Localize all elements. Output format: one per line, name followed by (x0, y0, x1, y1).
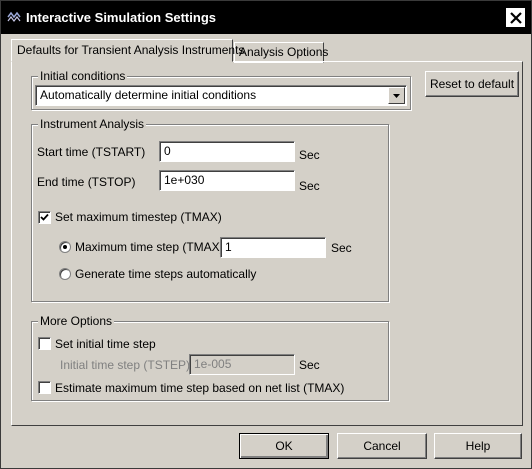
title-bar[interactable]: Interactive Simulation Settings (1, 1, 531, 34)
app-icon (7, 11, 21, 22)
generate-auto-label[interactable]: Generate time steps automatically (75, 267, 256, 281)
more-options-legend: More Options (38, 314, 115, 328)
initial-conditions-group: Initial conditions Automatically determi… (31, 69, 411, 110)
dialog-window: Interactive Simulation Settings Defaults… (0, 0, 532, 469)
ok-button[interactable]: OK (239, 433, 329, 459)
set-initial-time-step-label[interactable]: Set initial time step (55, 337, 156, 351)
max-time-step-label[interactable]: Maximum time step (TMAX) (75, 240, 224, 254)
end-time-label: End time (TSTOP) (37, 175, 136, 189)
instrument-analysis-group: Instrument Analysis Start time (TSTART) … (31, 117, 389, 302)
radio-selected-dot (63, 245, 67, 249)
set-max-timestep-label[interactable]: Set maximum timestep (TMAX) (55, 210, 222, 224)
close-button[interactable] (505, 7, 526, 28)
set-initial-time-step-checkbox[interactable] (38, 337, 51, 350)
instrument-analysis-legend: Instrument Analysis (38, 117, 147, 131)
tab-analysis-options[interactable]: Analysis Options (234, 42, 328, 63)
estimate-max-checkbox[interactable] (38, 381, 51, 394)
max-time-step-radio[interactable] (59, 241, 71, 253)
initial-time-step-unit: Sec (299, 358, 320, 372)
initial-time-step-input[interactable]: 1e-005 (189, 354, 295, 375)
initial-conditions-value: Automatically determine initial conditio… (40, 88, 257, 102)
reset-to-default-button[interactable]: Reset to default (425, 71, 519, 97)
close-icon (510, 12, 522, 24)
max-time-step-unit: Sec (331, 241, 352, 255)
end-time-input[interactable]: 1e+030 (159, 170, 295, 191)
tab-panel: Initial conditions Automatically determi… (11, 61, 523, 426)
estimate-max-label[interactable]: Estimate maximum time step based on net … (55, 381, 344, 395)
set-max-timestep-checkbox[interactable] (38, 211, 51, 224)
chevron-down-icon (393, 94, 400, 98)
max-time-step-input[interactable]: 1 (220, 237, 326, 258)
initial-time-step-label: Initial time step (TSTEP) (60, 358, 191, 372)
initial-conditions-select[interactable]: Automatically determine initial conditio… (35, 85, 407, 106)
checkmark-icon (40, 213, 49, 221)
help-button[interactable]: Help (434, 433, 522, 459)
generate-auto-radio[interactable] (59, 268, 71, 280)
end-time-unit: Sec (299, 179, 320, 193)
cancel-button[interactable]: Cancel (337, 433, 427, 459)
start-time-input[interactable]: 0 (159, 141, 295, 162)
initial-conditions-legend: Initial conditions (38, 69, 128, 83)
start-time-label: Start time (TSTART) (37, 145, 146, 159)
tab-transient-defaults[interactable]: Defaults for Transient Analysis Instrume… (11, 39, 244, 62)
dropdown-arrow-button[interactable] (388, 87, 405, 104)
start-time-unit: Sec (299, 148, 320, 162)
window-title: Interactive Simulation Settings (26, 10, 216, 25)
more-options-group: More Options Set initial time step Initi… (31, 314, 389, 401)
